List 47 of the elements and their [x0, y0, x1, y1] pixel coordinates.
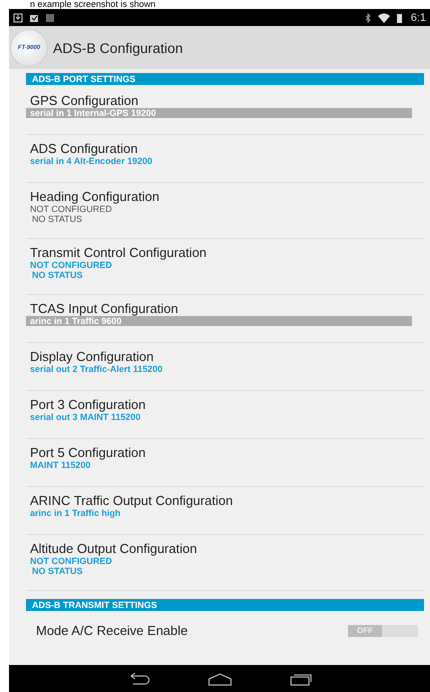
section-header: ADS-B TRANSMIT SETTINGS [26, 599, 424, 611]
download-icon [13, 12, 23, 22]
setting-value: NOT CONFIGURED [29, 204, 113, 214]
setting-row[interactable]: TCAS Input Configuration arinc in 1 Traffic 9600 [26, 295, 424, 343]
setting-value: NOT CONFIGURED [29, 556, 113, 566]
setting-row[interactable]: Display Configuration serial out 2 Traffic-Alert 115200 [26, 343, 424, 391]
home-icon [206, 672, 232, 686]
setting-title: Display Configuration [29, 349, 155, 364]
setting-value: arinc in 1 Traffic high [29, 508, 122, 518]
setting-row[interactable]: ADS Configuration serial in 4 Alt-Encoder 19200 [26, 135, 424, 183]
setting-title: TCAS Input Configuration [29, 301, 180, 316]
setting-title: GPS Configuration [29, 93, 140, 108]
setting-title: ARINC Traffic Output Configuration [29, 493, 234, 508]
setting-title: Transmit Control Configuration [29, 245, 208, 260]
setting-value: NO STATUS [31, 566, 84, 576]
setting-value: arinc in 1 Traffic 9600 [26, 316, 412, 326]
setting-title: Mode A/C Receive Enable [35, 623, 188, 638]
setting-value: NO STATUS [31, 270, 84, 280]
setting-row[interactable]: ARINC Traffic Output Configuration arinc in 1 Traffic high [26, 487, 424, 535]
setting-value: serial in 4 Alt-Encoder 19200 [29, 156, 154, 166]
setting-row[interactable]: Heading Configuration NOT CONFIGURED NO STATUS [26, 183, 424, 239]
recent-apps-icon [288, 672, 312, 686]
wifi-icon [378, 12, 390, 22]
setting-row[interactable]: Altitude Output Configuration NOT CONFIGURED NO STATUS [26, 535, 424, 591]
setting-row[interactable]: Port 3 Configuration serial out 3 MAINT 115200 [26, 391, 424, 439]
setting-row[interactable]: Port 5 Configuration MAINT 115200 [26, 439, 424, 487]
setting-title: Port 5 Configuration [29, 445, 147, 460]
setting-value: serial in 1 Internal-GPS 19200 [26, 108, 412, 118]
setting-value: MAINT 115200 [29, 460, 92, 470]
setting-title: ADS Configuration [29, 141, 139, 156]
document-text: n example screenshot is shown [29, 0, 157, 9]
checkbox-icon [29, 12, 39, 22]
setting-row[interactable]: GPS Configuration serial in 1 Internal-GPS 19200 [26, 87, 424, 135]
barcode-icon [45, 12, 55, 22]
setting-value: serial out 3 MAINT 115200 [29, 412, 142, 422]
setting-row[interactable]: Transmit Control Configuration NOT CONFIGURED NO STATUS [26, 239, 424, 295]
section-header: ADS-B PORT SETTINGS [26, 73, 424, 85]
setting-value: NOT CONFIGURED [29, 260, 113, 270]
setting-title: Port 3 Configuration [29, 397, 147, 412]
screen-title: ADS-B Configuration [53, 40, 183, 56]
bluetooth-icon [364, 12, 372, 22]
setting-title: Altitude Output Configuration [29, 541, 198, 556]
setting-value: NO STATUS [31, 214, 84, 224]
clock-time: 6:1 [410, 12, 426, 24]
battery-icon [396, 12, 403, 22]
setting-title: Heading Configuration [29, 189, 160, 204]
setting-value: serial out 2 Traffic-Alert 115200 [29, 364, 164, 374]
